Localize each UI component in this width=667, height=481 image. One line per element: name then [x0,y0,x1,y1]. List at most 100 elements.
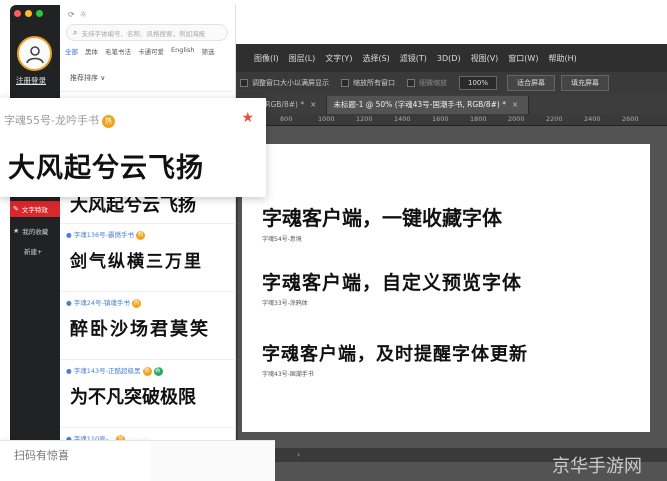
doc-tab-2-label: 未标题-1 @ 50% (字魂43号-国潮手书, RGB/8#) * [333,100,506,109]
scan-qr-banner-extension [151,440,275,481]
settings-icon[interactable]: ☼ [80,10,87,19]
sidebar-item-favorites[interactable]: ★ 我的收藏 [10,223,60,239]
sidebar-item-label: 我的收藏 [22,228,49,236]
menu-window[interactable]: 窗口(W) [508,53,538,64]
ps-options-bar: 调整窗口大小以满屏显示 缩放所有窗口 细微缩放 100% 适合屏幕 填充屏幕 [232,72,667,94]
photoshop-window: 图像(I) 图层(L) 文字(Y) 选择(S) 滤镜(T) 3D(D) 视图(V… [232,44,667,481]
font-name-text: 字魂136号-霸燃手书 [73,231,135,239]
fill-screen-button[interactable]: 填充屏幕 [561,75,610,91]
user-icon [25,45,44,63]
doc-tab-2[interactable]: 未标题-1 @ 50% (字魂43号-国潮手书, RGB/8#) * × [327,96,530,114]
zoom-all-option[interactable]: 缩放所有窗口 [341,78,395,88]
zoom-all-checkbox[interactable] [341,79,349,87]
ruler-tick: 1800 [470,115,487,123]
scrubby-zoom-label: 细微缩放 [419,79,447,87]
popup-font-name-text: 字魂55号-龙吟手书 [4,114,99,127]
login-link[interactable]: 注册登录 [16,75,46,86]
zoom-all-label: 缩放所有窗口 [353,79,395,87]
font-list-item[interactable]: ● 字魂143号-正酷超级黑热新 为不凡突破极限 [60,361,236,428]
window-minimize-button[interactable] [25,10,32,17]
filter-cartoon[interactable]: 卡通可爱 [138,46,164,56]
font-list-item[interactable]: ● 字魂136号-霸燃手书热 剑气纵横三万里 [60,225,236,292]
scan-qr-banner[interactable]: 扫码有惊喜 [0,440,151,481]
panel-toolbar: ⟳ ☼ [68,10,87,19]
ruler-tick: 2200 [546,115,563,123]
font-name-text: 字魂143号-正酷超级黑 [73,367,141,375]
close-icon[interactable]: × [512,100,518,109]
popup-font-preview: 大风起兮云飞扬 [8,153,204,184]
popup-font-name: 字魂55号-龙吟手书热 [4,112,115,128]
menu-help[interactable]: 帮助(H) [548,53,576,64]
search-icon: ⌕ [73,27,78,37]
window-maximize-button[interactable] [36,10,43,17]
sidebar-item-label: 文字特效 [21,206,48,214]
star-icon: ★ [13,227,20,235]
text-effect-icon: ✎ [13,205,19,213]
ruler-tick: 1400 [394,115,411,123]
ruler-tick: 1600 [432,115,449,123]
divider [60,91,236,92]
ruler-tick: 1000 [318,115,335,123]
font-preview: 醉卧沙场君莫笑 [70,319,210,340]
sidebar-item-text-effects[interactable]: ✎ 文字特效 [10,201,60,217]
sidebar-item-new[interactable]: 新建+ [10,243,60,259]
screen: 图像(I) 图层(L) 文字(Y) 选择(S) 滤镜(T) 3D(D) 视图(V… [0,0,667,481]
resize-window-option[interactable]: 调整窗口大小以满屏显示 [240,78,329,88]
menu-image[interactable]: 图像(I) [254,53,279,64]
zoom-value-field[interactable]: 100% [459,76,498,90]
scrubby-zoom-checkbox[interactable] [407,79,415,87]
menu-3d[interactable]: 3D(D) [437,54,461,63]
sample-caption: 字魂54号-意境 [262,236,302,243]
sample-text: 字魂客户端，一键收藏字体 [262,206,502,230]
resize-window-checkbox[interactable] [240,79,248,87]
sample-caption: 字魂33号-涂鸦体 [262,300,308,307]
category-filters: 全部 黑体 毛笔书法 卡通可爱 English 筛选 [65,46,221,56]
canvas-text-sample: 字魂客户端，及时提醒字体更新 字魂43号-国潮手书 [262,340,528,378]
ruler-tick: 2400 [584,115,601,123]
font-preview: 为不凡突破极限 [70,387,196,408]
filter-button[interactable]: 筛选 [201,46,214,56]
scan-qr-label: 扫码有惊喜 [14,449,69,462]
font-preview-popup[interactable]: 字魂55号-龙吟手书热 ★ 大风起兮云飞扬 [0,98,266,197]
ruler-tick: 800 [280,115,293,123]
filter-heiti[interactable]: 黑体 [85,46,98,56]
search-input[interactable]: ⌕ 支持字体编号、名称、风格搜索，例如海报 [66,24,228,41]
refresh-icon[interactable]: ⟳ [68,10,75,19]
canvas-text-sample: 字魂客户端，一键收藏字体 字魂54号-意境 [262,202,502,243]
font-list-panel: ⟳ ☼ ⌕ 支持字体编号、名称、风格搜索，例如海报 全部 黑体 毛笔书法 卡通可… [60,5,236,444]
favorite-star-icon[interactable]: ★ [241,110,254,126]
document-canvas[interactable]: 字魂客户端，一键收藏字体 字魂54号-意境 字魂客户端，自定义预览字体 字魂33… [242,144,650,432]
hot-badge: 热 [136,230,146,240]
menu-view[interactable]: 视图(V) [471,53,499,64]
hot-badge: 热 [131,298,141,308]
scrubby-zoom-option[interactable]: 细微缩放 [407,78,447,88]
filter-all[interactable]: 全部 [65,46,78,56]
window-close-button[interactable] [14,10,21,17]
close-icon[interactable]: × [310,100,316,109]
filter-english[interactable]: English [171,46,194,56]
fit-screen-button[interactable]: 适合屏幕 [507,75,556,91]
watermark: 京华手游网 [552,456,642,477]
chevron-right-icon[interactable]: › [297,450,300,459]
ruler-tick: 2000 [508,115,525,123]
menu-filter[interactable]: 滤镜(T) [400,53,427,64]
menu-type[interactable]: 文字(Y) [325,53,352,64]
ruler-tick: 2600 [622,115,639,123]
font-name: ● 字魂136号-霸燃手书热 [66,230,146,240]
font-preview: 剑气纵横三万里 [70,252,203,272]
horizontal-ruler: 600 800 1000 1200 1400 1600 1800 2000 22… [232,114,667,126]
sample-text: 字魂客户端，及时提醒字体更新 [262,344,528,365]
canvas-text-sample: 字魂客户端，自定义预览字体 字魂33号-涂鸦体 [262,268,522,307]
menu-layer[interactable]: 图层(L) [289,53,316,64]
hot-badge: 热 [142,366,152,376]
ruler-tick: 1200 [356,115,373,123]
sort-dropdown[interactable]: 推荐排序 ∨ [70,73,105,83]
avatar[interactable] [17,36,52,71]
font-list-item[interactable]: ● 字魂24号-镇魂手书热 醉卧沙场君莫笑 [60,293,236,360]
filter-calligraphy[interactable]: 毛笔书法 [105,46,131,56]
ps-document-tabs: 见问题, RGB/8#) * × 未标题-1 @ 50% (字魂43号-国潮手书,… [232,94,667,114]
app-sidebar: 注册登录 ✎ 文字特效 ★ 我的收藏 新建+ [10,5,60,442]
menu-select[interactable]: 选择(S) [362,53,389,64]
search-placeholder: 支持字体编号、名称、风格搜索，例如海报 [81,29,205,38]
font-name: ● 字魂143号-正酷超级黑热新 [66,366,163,376]
